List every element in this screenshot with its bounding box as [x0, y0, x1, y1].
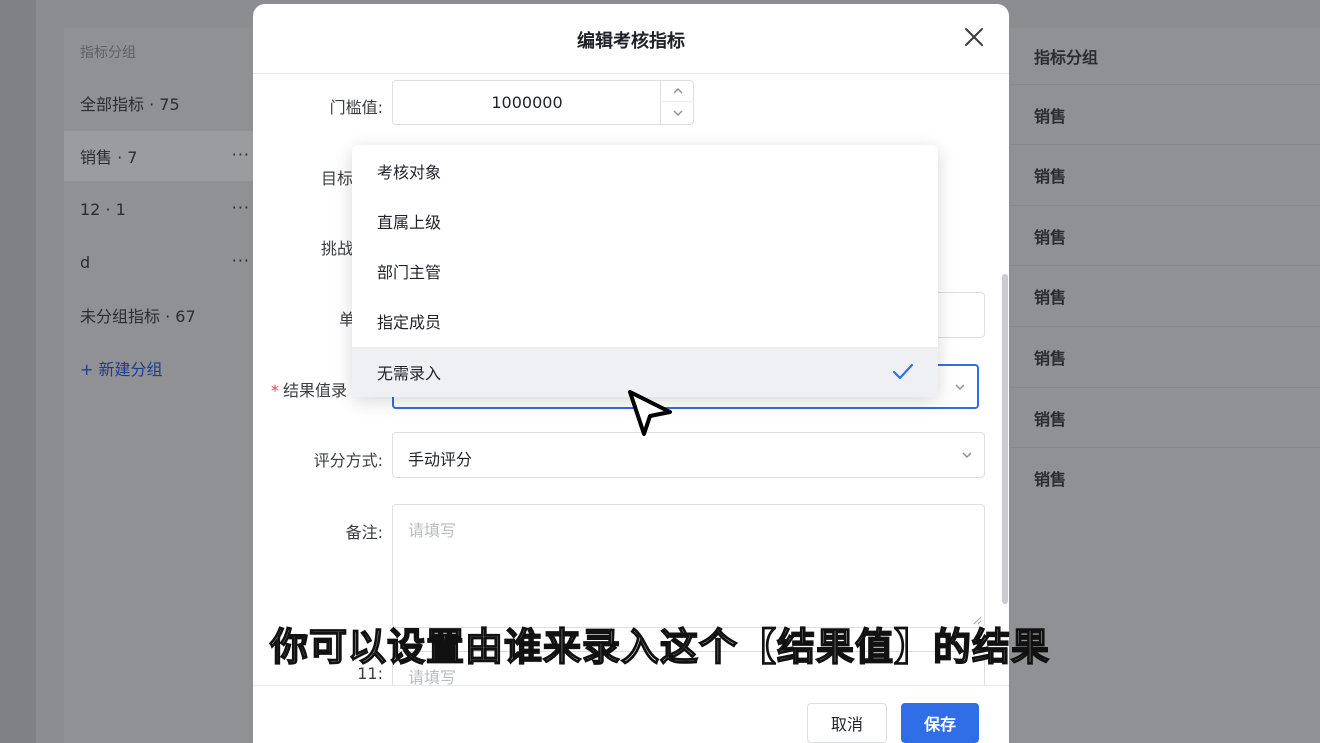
- required-mark: *: [271, 381, 279, 400]
- option-assessee[interactable]: 考核对象: [352, 146, 938, 196]
- table-header-group: 指标分组: [1034, 48, 1099, 67]
- group-item-d[interactable]: d ···: [64, 237, 264, 287]
- result-entry-label-text: 结果值录: [283, 381, 348, 400]
- remark-label: 备注:: [345, 523, 383, 542]
- chevron-down-icon[interactable]: [661, 102, 694, 123]
- group-item-sales[interactable]: 销售 · 7 ···: [64, 131, 264, 181]
- remark-placeholder: 请填写: [408, 521, 457, 540]
- group-item-label: 未分组指标 · 67: [80, 307, 196, 326]
- group-sidebar-title: 指标分组: [80, 45, 136, 61]
- result-entry-dropdown: 考核对象 直属上级 部门主管 指定成员 无需录入: [352, 145, 938, 397]
- scoring-label: 评分方式:: [313, 451, 383, 470]
- table-row[interactable]: 销售: [1010, 84, 1320, 144]
- option-label: 部门主管: [377, 263, 442, 282]
- table-row[interactable]: 销售: [1010, 265, 1320, 325]
- group-item-all[interactable]: 全部指标 · 75: [64, 78, 264, 128]
- result-entry-label: * 结果值录: [271, 377, 347, 401]
- group-item-12[interactable]: 12 · 1 ···: [64, 184, 264, 234]
- chevron-down-icon: [955, 384, 965, 390]
- challenge-label: 挑战: [321, 239, 354, 258]
- option-label: 指定成员: [377, 313, 442, 332]
- save-button[interactable]: 保存: [901, 703, 979, 743]
- option-label: 直属上级: [377, 213, 442, 232]
- group-item-label: 全部指标 · 75: [80, 95, 180, 114]
- cancel-button[interactable]: 取消: [807, 703, 887, 743]
- modal-footer: 取消 保存: [253, 685, 1009, 743]
- unit-input[interactable]: [937, 292, 985, 338]
- new-group-button[interactable]: + 新建分组: [64, 343, 264, 393]
- more-icon[interactable]: ···: [232, 145, 250, 164]
- scoring-value: 手动评分: [408, 450, 473, 469]
- threshold-value: 1000000: [491, 93, 563, 112]
- group-item-label: 销售 · 7: [80, 148, 138, 167]
- video-subtitle: 你可以设置由谁来录入这个【结果值】的结果: [269, 624, 1050, 670]
- remark-textarea[interactable]: 请填写: [392, 504, 985, 628]
- modal-title: 编辑考核指标: [577, 31, 685, 52]
- modal-scrollbar[interactable]: [1002, 274, 1008, 604]
- new-group-label: + 新建分组: [80, 360, 163, 379]
- option-designated-member[interactable]: 指定成员: [352, 296, 938, 346]
- table-row[interactable]: 销售: [1010, 326, 1320, 386]
- threshold-input[interactable]: 1000000: [392, 80, 694, 125]
- group-item-label: d: [80, 252, 91, 272]
- table-row[interactable]: 销售: [1010, 387, 1320, 447]
- option-label: 无需录入: [377, 364, 442, 383]
- threshold-label: 门槛值:: [329, 98, 383, 117]
- scoring-select[interactable]: 手动评分: [392, 432, 985, 478]
- group-item-label: 12 · 1: [80, 199, 126, 219]
- mouse-cursor-icon: [628, 390, 672, 436]
- more-icon[interactable]: ···: [232, 251, 250, 270]
- option-label: 考核对象: [377, 163, 442, 182]
- group-item-ungrouped[interactable]: 未分组指标 · 67: [64, 290, 264, 340]
- chevron-up-icon[interactable]: [661, 81, 694, 102]
- table-row[interactable]: 销售: [1010, 144, 1320, 204]
- table-row[interactable]: 销售: [1010, 447, 1320, 507]
- table-row[interactable]: 销售: [1010, 205, 1320, 265]
- more-icon[interactable]: ···: [232, 198, 250, 217]
- modal-header: 编辑考核指标: [253, 4, 1009, 74]
- close-icon[interactable]: [961, 24, 987, 50]
- target-label: 目标: [321, 169, 354, 188]
- chevron-down-icon: [962, 452, 972, 458]
- option-direct-supervisor[interactable]: 直属上级: [352, 196, 938, 246]
- option-department-head[interactable]: 部门主管: [352, 246, 938, 296]
- threshold-stepper[interactable]: [660, 81, 694, 124]
- check-icon: [892, 363, 914, 380]
